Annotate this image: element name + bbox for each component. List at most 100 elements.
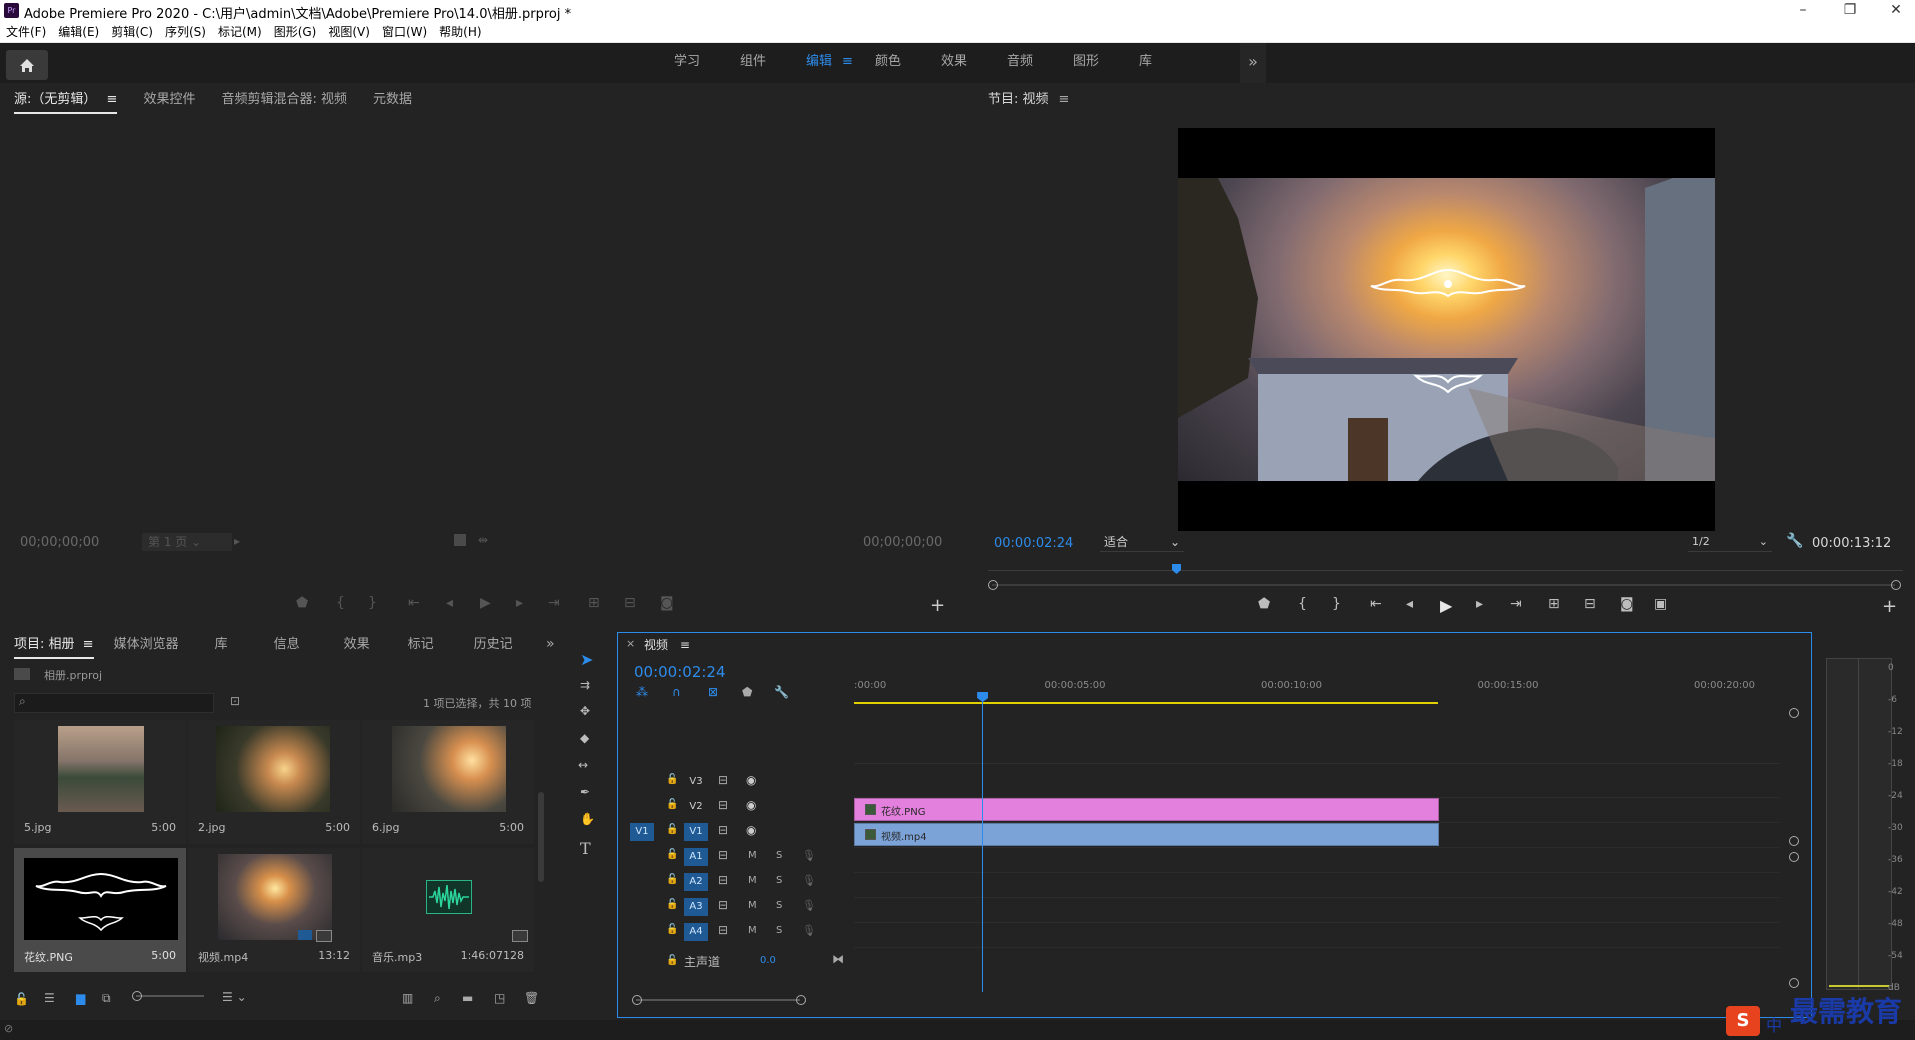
source-next-page-icon[interactable]: ▸	[234, 534, 240, 548]
new-bin-icon[interactable]: ▬	[462, 991, 473, 1005]
audio-track-lane[interactable]	[854, 873, 1779, 898]
source-marker-icon[interactable]: ⬟	[296, 595, 308, 611]
project-scrollbar[interactable]	[538, 792, 544, 882]
sync-lock-icon[interactable]: ⊟	[718, 798, 728, 812]
menu-marker[interactable]: 标记(M)	[212, 22, 268, 42]
project-item-video-mp4[interactable]: 视频.mp4 13:12	[188, 848, 360, 972]
automate-to-sequence-icon[interactable]: ▥	[402, 991, 413, 1005]
source-export-frame-icon[interactable]: ◙	[660, 595, 674, 611]
sync-lock-icon[interactable]: ⊟	[718, 873, 728, 887]
timeline-playhead[interactable]	[982, 696, 984, 992]
eye-icon[interactable]: ◉	[746, 823, 756, 837]
zoom-handle-left[interactable]	[988, 580, 998, 590]
thumbnail-size-slider[interactable]	[132, 991, 204, 1001]
program-zoom-bar[interactable]	[988, 580, 1903, 590]
track-label-v2[interactable]: V2	[684, 798, 708, 816]
program-current-time[interactable]: 00:00:02:24	[994, 536, 1073, 551]
sequence-menu-icon[interactable]: ≡	[680, 638, 690, 652]
tab-audio-clip-mixer[interactable]: 音频剪辑混合器: 视频	[221, 88, 347, 112]
source-mark-in-icon[interactable]: {	[336, 595, 345, 611]
sync-lock-icon[interactable]: ⊟	[718, 923, 728, 937]
mute-button[interactable]: M	[748, 850, 757, 861]
program-comparison-view-icon[interactable]: ▣	[1654, 596, 1667, 612]
source-insert-btn-icon[interactable]: ⊞	[588, 595, 600, 611]
solo-button[interactable]: S	[776, 850, 782, 861]
slider-handle[interactable]	[132, 991, 142, 1001]
timeline-current-time[interactable]: 00:00:02:24	[634, 663, 726, 681]
audio-track-lane[interactable]	[854, 848, 1779, 873]
clear-icon[interactable]: 🗑	[524, 991, 539, 1005]
panel-menu-icon[interactable]: ≡	[83, 633, 94, 657]
sequence-tab[interactable]: 视频 ≡	[644, 636, 690, 653]
project-search-input[interactable]: ⌕	[14, 693, 214, 713]
program-add-button-icon[interactable]: +	[1882, 596, 1897, 617]
timeline-clip[interactable]: 视频.mp4	[854, 823, 1439, 846]
program-play-icon[interactable]: ▶	[1440, 596, 1452, 615]
tab-markers[interactable]: 标记	[408, 633, 434, 657]
track-lock-icon[interactable]: 🔓	[666, 799, 678, 810]
new-search-bin-icon[interactable]: ⊡	[230, 694, 240, 708]
workspace-effects[interactable]: 效果	[925, 43, 991, 81]
mute-button[interactable]: M	[748, 875, 757, 886]
minimize-icon[interactable]: –	[1783, 0, 1823, 22]
eye-icon[interactable]: ◉	[746, 773, 756, 787]
workspace-libraries[interactable]: 库	[1123, 43, 1176, 81]
ripple-edit-tool-icon[interactable]: ✥	[580, 704, 590, 718]
track-lock-icon[interactable]: 🔓	[666, 924, 678, 935]
program-mark-out-icon[interactable]: }	[1332, 596, 1341, 612]
track-label-v3[interactable]: V3	[684, 773, 708, 791]
track-label-a3[interactable]: A3	[684, 898, 708, 916]
menu-graphics[interactable]: 图形(G)	[268, 22, 323, 42]
tab-source[interactable]: 源:（无剪辑） ≡	[14, 88, 118, 114]
tab-project[interactable]: 项目: 相册 ≡	[14, 633, 94, 659]
master-lock-icon[interactable]: 🔓	[666, 955, 678, 966]
icon-view-icon[interactable]: ▆	[76, 991, 85, 1005]
workspace-learn[interactable]: 学习	[658, 43, 724, 81]
voice-over-icon[interactable]: 🎙	[802, 924, 816, 937]
workspace-graphics[interactable]: 图形	[1057, 43, 1123, 81]
timeline-zoom-scrollbar[interactable]	[632, 995, 806, 1005]
track-lock-icon[interactable]: 🔓	[666, 899, 678, 910]
timeline-settings-wrench-icon[interactable]: 🔧	[774, 685, 789, 699]
home-button[interactable]	[6, 50, 48, 80]
source-page-select[interactable]: 第 1 页 ⌄	[142, 533, 232, 551]
selection-tool-icon[interactable]: ➤	[580, 650, 593, 669]
master-end-icon[interactable]: ⧓	[832, 952, 844, 966]
project-item-flower-png[interactable]: 花纹.PNG 5:00	[14, 848, 186, 972]
add-marker-icon[interactable]: ⬟	[742, 685, 752, 699]
type-tool-icon[interactable]: T	[580, 839, 591, 858]
more-panels-icon[interactable]: »	[546, 636, 555, 652]
track-lock-icon[interactable]: 🔓	[666, 849, 678, 860]
menu-sequence[interactable]: 序列(S)	[159, 22, 212, 42]
track-select-tool-icon[interactable]: ⇉	[580, 678, 590, 692]
menu-edit[interactable]: 编辑(E)	[52, 22, 105, 42]
source-go-in-icon[interactable]: ⇤	[408, 595, 420, 611]
menu-window[interactable]: 窗口(W)	[376, 22, 433, 42]
new-item-icon[interactable]: ◳	[494, 991, 505, 1005]
source-settings-icon[interactable]	[454, 534, 466, 546]
solo-button[interactable]: S	[776, 900, 782, 911]
zoom-handle-right[interactable]	[1891, 580, 1901, 590]
tab-metadata[interactable]: 元数据	[373, 88, 412, 112]
audio-track-lane[interactable]	[854, 923, 1779, 948]
menu-help[interactable]: 帮助(H)	[433, 22, 487, 42]
program-marker-icon[interactable]: ⬟	[1258, 596, 1270, 612]
project-item-music-mp3[interactable]: 音乐.mp3 1:46:07128	[362, 848, 534, 972]
source-mark-out-icon[interactable]: }	[368, 595, 377, 611]
mute-button[interactable]: M	[748, 925, 757, 936]
timeline-clip[interactable]: 花纹.PNG	[854, 798, 1439, 821]
close-sequence-icon[interactable]: ×	[626, 637, 635, 650]
program-panel-menu-icon[interactable]: ≡	[1059, 88, 1070, 112]
sync-lock-icon[interactable]: ⊟	[718, 898, 728, 912]
maximize-icon[interactable]: ❐	[1830, 0, 1870, 22]
find-icon[interactable]: ⌕	[434, 991, 441, 1006]
program-go-out-icon[interactable]: ⇥	[1510, 596, 1522, 612]
program-extract-icon[interactable]: ⊟	[1584, 596, 1596, 612]
tab-effect-controls[interactable]: 效果控件	[143, 88, 195, 112]
source-add-button-icon[interactable]: +	[930, 595, 945, 616]
hand-tool-icon[interactable]: ✋	[580, 812, 595, 826]
program-title[interactable]: 节目: 视频	[988, 88, 1049, 112]
slip-tool-icon[interactable]: ↔	[578, 758, 588, 772]
track-lock-icon[interactable]: 🔓	[666, 824, 678, 835]
eye-icon[interactable]: ◉	[746, 798, 756, 812]
